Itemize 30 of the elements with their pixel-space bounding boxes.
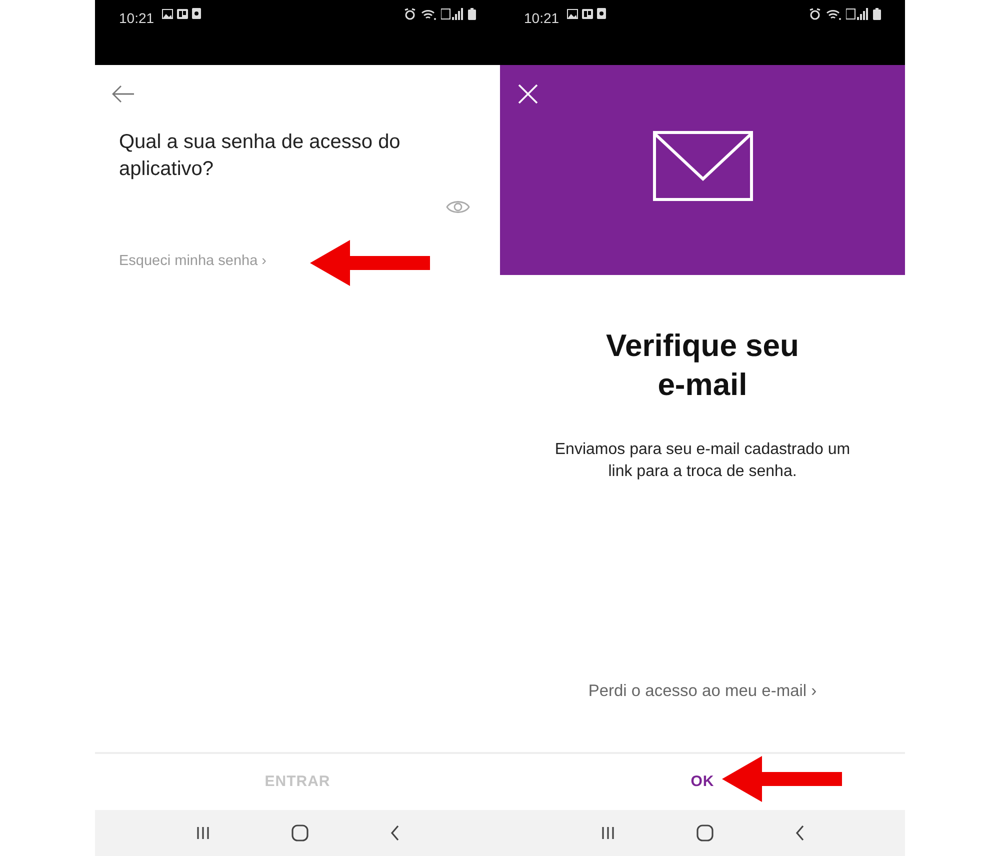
question-text: Qual a sua senha de acesso do aplicativo? [119,130,402,182]
recents-icon[interactable] [195,825,212,841]
back-arrow-icon[interactable] [111,85,135,103]
battery-icon [468,8,476,20]
battery-icon [873,8,881,20]
board-icon [177,8,188,18]
action-button[interactable]: OK [680,766,724,798]
status-time: 10:21 [119,9,154,28]
home-icon[interactable] [696,824,714,842]
home-icon[interactable] [291,824,310,842]
wifi-icon [826,8,841,20]
back-icon[interactable] [794,825,805,841]
close-icon[interactable] [518,84,538,104]
gallery-icon [162,8,174,18]
camera-icon [597,8,606,19]
wifi-icon [421,8,436,20]
gallery-icon [567,8,578,18]
board-icon [582,8,594,18]
recents-icon[interactable] [600,825,616,841]
lost-email-link[interactable]: Perdi o acesso ao meu e-mail › [588,682,817,700]
camera-icon [192,8,202,19]
signal-icon [441,8,463,20]
alarm-icon [809,8,821,20]
status-time: 10:21 [524,9,560,28]
signal-icon [846,8,868,20]
title-text: Verifique seu e-mail [605,327,800,404]
back-icon[interactable] [390,825,400,841]
alarm-icon [404,8,416,20]
envelope-icon [652,131,752,201]
message-text: Enviamos para seu e-mail cadastrado um link para a troca de senha. [554,440,852,482]
